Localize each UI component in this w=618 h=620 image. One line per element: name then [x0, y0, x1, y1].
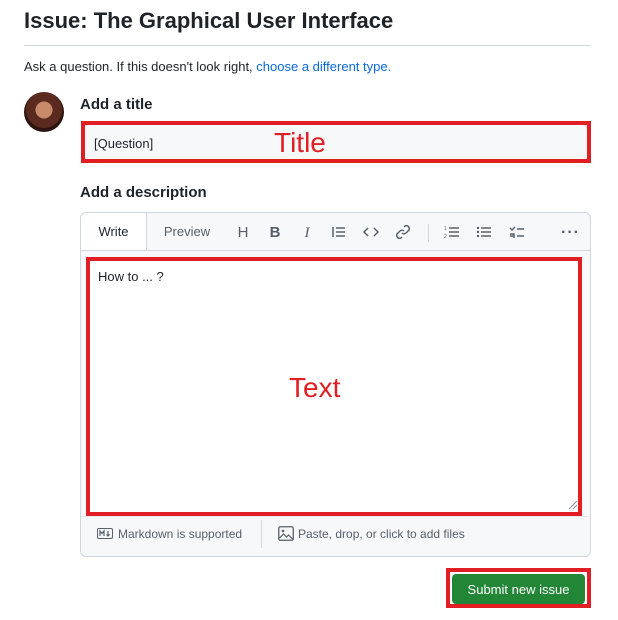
markdown-supported-label: Markdown is supported — [118, 527, 243, 541]
footer-divider — [81, 516, 590, 517]
submit-issue-button[interactable]: Submit new issue — [452, 574, 585, 604]
markdown-icon — [97, 528, 113, 539]
toolbar-divider — [81, 250, 590, 251]
toolbar-separator — [428, 224, 429, 242]
intro-text: Ask a question. If this doesn't look rig… — [24, 59, 391, 74]
add-files-label[interactable]: Paste, drop, or click to add files — [298, 527, 465, 541]
title-divider — [24, 45, 591, 46]
code-icon[interactable] — [362, 224, 380, 242]
description-label: Add a description — [80, 184, 207, 201]
tab-write[interactable]: Write — [81, 213, 147, 251]
resize-handle-icon[interactable] — [566, 498, 578, 510]
text-annotation-label: Text — [289, 372, 341, 403]
choose-type-link[interactable]: choose a different type. — [256, 59, 391, 74]
intro-prefix: Ask a question. If this doesn't look rig… — [24, 59, 253, 74]
task-list-icon[interactable] — [508, 224, 526, 242]
more-icon[interactable]: ··· — [561, 224, 579, 242]
image-icon — [278, 526, 294, 541]
avatar — [24, 92, 64, 132]
svg-text:2: 2 — [444, 234, 447, 240]
page-title: Issue: The Graphical User Interface — [24, 8, 394, 33]
title-annotation-box — [81, 121, 591, 163]
unordered-list-icon[interactable] — [475, 224, 493, 242]
footer-separator — [261, 520, 262, 548]
tab-preview[interactable]: Preview — [152, 213, 222, 251]
italic-icon[interactable]: I — [298, 224, 316, 242]
ordered-list-icon[interactable]: 12 — [443, 224, 461, 242]
bold-icon[interactable]: B — [266, 224, 284, 242]
title-annotation-label: Title — [274, 127, 326, 158]
link-icon[interactable] — [394, 224, 412, 242]
heading-icon[interactable]: H — [234, 224, 252, 242]
title-label: Add a title — [80, 96, 153, 113]
quote-icon[interactable] — [330, 224, 348, 242]
svg-text:1: 1 — [444, 226, 447, 232]
